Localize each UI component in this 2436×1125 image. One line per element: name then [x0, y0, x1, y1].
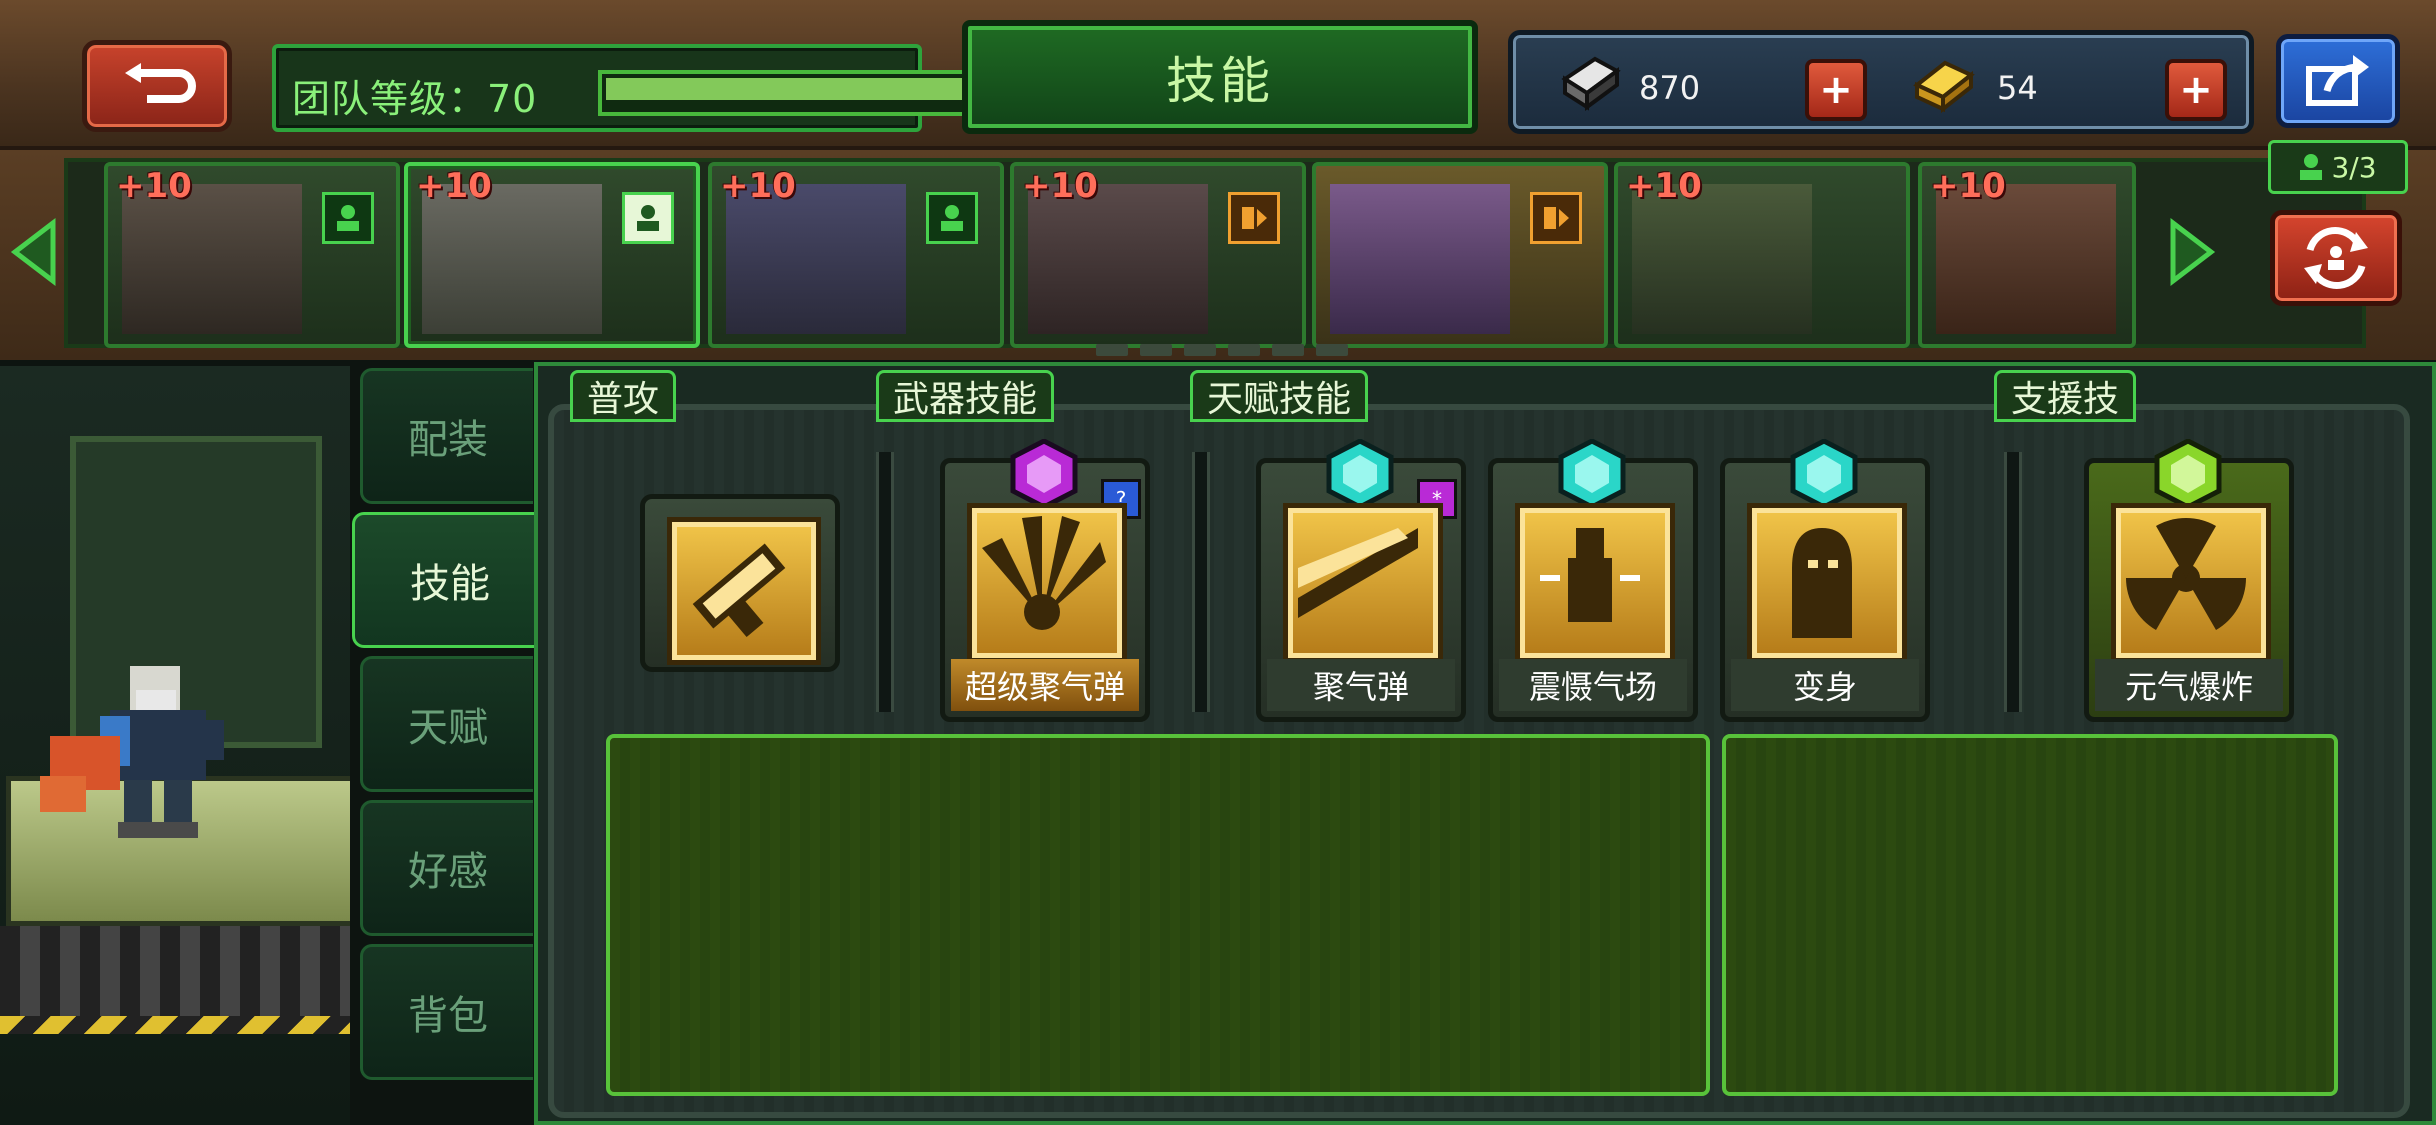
team-level-label: 团队等级：70	[292, 77, 538, 121]
chevron-right-icon	[2170, 217, 2216, 287]
swap-in-icon	[1228, 192, 1280, 244]
hero-portrait	[422, 184, 602, 334]
hero-card[interactable]	[1312, 162, 1608, 348]
hero-portrait	[1330, 184, 1510, 334]
share-button[interactable]	[2276, 34, 2400, 128]
hero-card[interactable]: +10	[1918, 162, 2136, 348]
team-count-badge: 3/3	[2268, 140, 2408, 194]
character-preview-panel	[0, 366, 350, 1125]
roster-next-button[interactable]	[2162, 200, 2222, 304]
page-title-text: 技能	[1166, 52, 1274, 110]
cyan-gem-icon	[1558, 439, 1626, 509]
hero-card[interactable]: +10	[104, 162, 400, 348]
page-indicator-dot	[1140, 344, 1172, 356]
skill-card-vitality-blast[interactable]: 元气爆炸	[2084, 439, 2294, 722]
section-divider	[2004, 452, 2022, 712]
skill-name: 震慑气场	[1499, 659, 1687, 711]
page-indicator-dot	[1272, 344, 1304, 356]
section-divider	[876, 452, 894, 712]
section-divider	[1192, 452, 1210, 712]
skill-card-super-charge-bullet[interactable]: ? 超级聚气弹	[940, 439, 1150, 722]
hero-card-selected[interactable]: +10	[404, 162, 700, 348]
skill-detail-panel	[1722, 734, 2338, 1096]
hero-card[interactable]: +10	[708, 162, 1004, 348]
hero-bonus: +10	[1022, 166, 1098, 206]
swap-in-icon	[1530, 192, 1582, 244]
return-arrow-icon	[125, 63, 196, 103]
hero-card[interactable]: +10	[1614, 162, 1910, 348]
member-icon	[926, 192, 978, 244]
hero-portrait	[1028, 184, 1208, 334]
page-indicator-dot	[1228, 344, 1260, 356]
tab-equipment[interactable]: 配装	[360, 368, 533, 504]
cyan-gem-icon	[1326, 439, 1394, 509]
hero-card[interactable]: +10	[1010, 162, 1306, 348]
swap-team-button[interactable]	[2270, 210, 2402, 306]
skill-name: 元气爆炸	[2095, 659, 2283, 711]
aura-figure-icon	[1515, 503, 1675, 663]
add-gold-bar-button[interactable]: +	[2165, 59, 2227, 121]
member-icon	[2300, 154, 2323, 180]
section-label-support: 支援技	[1994, 370, 2137, 422]
skill-card-transform[interactable]: 变身	[1720, 439, 1930, 722]
page-indicator-dot	[1316, 344, 1348, 356]
silhouette-icon	[1747, 503, 1907, 663]
tab-backpack[interactable]: 背包	[360, 944, 533, 1080]
green-gem-icon	[2154, 439, 2222, 509]
section-label-basic: 普攻	[570, 370, 677, 422]
hero-portrait	[1936, 184, 2116, 334]
sunburst-icon	[967, 503, 1127, 663]
roster-prev-button[interactable]	[4, 200, 64, 304]
add-iron-chip-button[interactable]: +	[1805, 59, 1867, 121]
member-icon	[622, 192, 674, 244]
hazard-stripe	[0, 1016, 350, 1034]
currency-bar: 870 + 54 +	[1508, 30, 2254, 134]
gold-bar-icon	[1913, 60, 1975, 114]
radiation-icon	[2111, 503, 2271, 663]
hero-bonus: +10	[416, 166, 492, 206]
hero-bonus: +10	[1626, 166, 1702, 206]
energy-beam-icon	[1283, 503, 1443, 663]
skill-name: 超级聚气弹	[951, 659, 1139, 711]
swap-icon	[2304, 226, 2368, 290]
skill-name: 聚气弹	[1267, 659, 1455, 711]
page-indicator-dot	[1096, 344, 1128, 356]
purple-gem-icon	[1010, 439, 1078, 509]
hero-portrait	[726, 184, 906, 334]
hero-bonus: +10	[116, 166, 192, 206]
member-icon	[322, 192, 374, 244]
iron-chip-icon	[1561, 56, 1621, 111]
section-label-talent: 天赋技能	[1190, 370, 1369, 422]
iron-chip-count: 870	[1639, 69, 1701, 107]
page-indicator-dot	[1184, 344, 1216, 356]
tab-affection[interactable]: 好感	[360, 800, 533, 936]
hero-sprite	[40, 666, 224, 838]
pistol-icon	[667, 517, 821, 665]
cyan-gem-icon	[1790, 439, 1858, 509]
tab-talent[interactable]: 天赋	[360, 656, 533, 792]
skill-description-panel	[606, 734, 1710, 1096]
gold-bar-count: 54	[1997, 69, 2038, 107]
skill-name: 变身	[1731, 659, 1919, 711]
section-label-weapon: 武器技能	[876, 370, 1055, 422]
hero-portrait	[122, 184, 302, 334]
share-icon	[2306, 55, 2369, 106]
team-count-text: 3/3	[2331, 150, 2377, 184]
basic-attack-card[interactable]	[640, 494, 840, 672]
chevron-left-icon	[10, 217, 56, 287]
hero-portrait	[1632, 184, 1812, 334]
skill-card-charge-bullet[interactable]: * 聚气弹	[1256, 439, 1466, 722]
back-button[interactable]	[82, 40, 232, 132]
page-title: 技能	[962, 20, 1478, 134]
skill-card-deterrence-field[interactable]: 震慑气场	[1488, 439, 1698, 722]
hero-bonus: +10	[1930, 166, 2006, 206]
floor-grate	[0, 926, 350, 1016]
team-level-panel: 团队等级：70	[272, 44, 1184, 132]
tab-skills[interactable]: 技能	[352, 512, 545, 648]
hero-bonus: +10	[720, 166, 796, 206]
